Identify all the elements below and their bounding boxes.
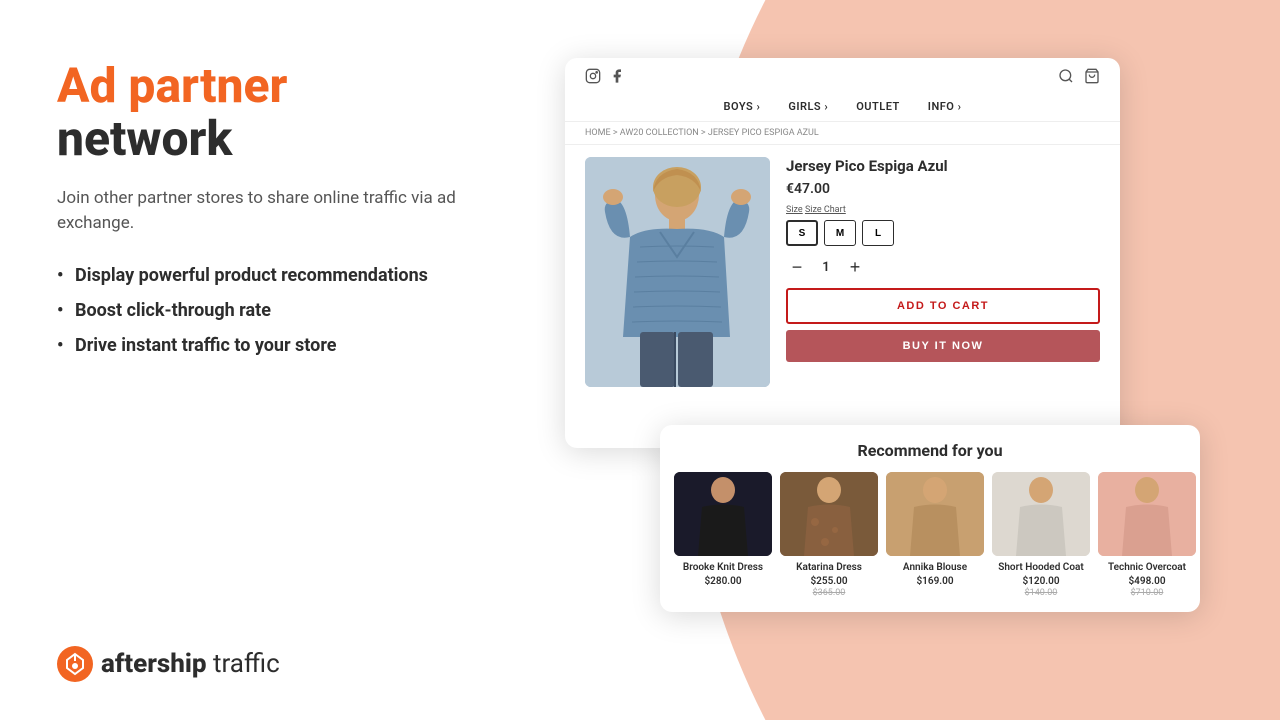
card-price-2: $255.00 [780,576,878,587]
nav-boys[interactable]: BOYS › [724,100,761,113]
recommend-title: Recommend for you [674,441,1186,460]
cart-icon[interactable] [1084,68,1100,84]
card-name-1: Brooke Knit Dress [674,562,772,573]
card-image-2 [780,472,878,556]
card-name-4: Short Hooded Coat [992,562,1090,573]
size-l-button[interactable]: L [862,220,894,246]
card-name-2: Katarina Dress [780,562,878,573]
facebook-icon [609,68,625,84]
card-price-original-2: $365.00 [780,588,878,598]
store-nav: BOYS › GIRLS › OUTLET INFO › [585,92,1100,121]
aftership-logo-icon [57,646,93,682]
social-icons [585,68,625,84]
quantity-row: − 1 + [786,256,1100,278]
size-chart-link[interactable]: Size Chart [805,205,846,215]
product-price: €47.00 [786,181,1100,197]
bullet-item-1: Display powerful product recommendations [57,265,537,286]
card-name-3: Annika Blouse [886,562,984,573]
buy-now-button[interactable]: BUY IT NOW [786,330,1100,362]
card-image-1 [674,472,772,556]
product-section: Jersey Pico Espiga Azul €47.00 Size Size… [565,145,1120,399]
add-to-cart-button[interactable]: ADD TO CART [786,288,1100,324]
subtitle: Join other partner stores to share onlin… [57,186,457,237]
size-label: Size Size Chart [786,205,1100,215]
logo-text: aftership traffic [101,649,280,679]
quantity-decrease-button[interactable]: − [786,256,808,278]
recommend-panel: Recommend for you Brooke Knit Dress $280… [660,425,1200,612]
card-image-4 [992,472,1090,556]
headline-line1: Ad partner [57,60,537,113]
search-icon[interactable] [1058,68,1074,84]
card-name-5: Technic Overcoat [1098,562,1196,573]
quantity-value: 1 [818,260,834,275]
nav-info[interactable]: INFO › [928,100,962,113]
size-s-button[interactable]: S [786,220,818,246]
store-mockup: BOYS › GIRLS › OUTLET INFO › HOME > AW20… [565,58,1120,448]
card-price-1: $280.00 [674,576,772,587]
card-image-5 [1098,472,1196,556]
product-card-3[interactable]: Annika Blouse $169.00 [886,472,984,598]
product-details: Jersey Pico Espiga Azul €47.00 Size Size… [786,157,1100,387]
breadcrumb: HOME > AW20 COLLECTION > JERSEY PICO ESP… [565,122,1120,145]
product-image-svg [585,157,770,387]
product-image [585,157,770,387]
headline-line2: network [57,113,537,166]
logo-area: aftership traffic [57,646,280,682]
product-cards: Brooke Knit Dress $280.00 Katarina Dress… [674,472,1186,598]
size-m-button[interactable]: M [824,220,856,246]
product-card-5[interactable]: Technic Overcoat $498.00 $710.00 [1098,472,1196,598]
card-price-5: $498.00 [1098,576,1196,587]
card-price-4: $120.00 [992,576,1090,587]
card-image-3 [886,472,984,556]
instagram-icon [585,68,601,84]
bullet-item-2: Boost click-through rate [57,300,537,321]
size-options: S M L [786,220,1100,246]
card-price-original-4: $140.00 [992,588,1090,598]
quantity-increase-button[interactable]: + [844,256,866,278]
product-title: Jersey Pico Espiga Azul [786,157,1100,175]
store-header: BOYS › GIRLS › OUTLET INFO › [565,58,1120,122]
nav-girls[interactable]: GIRLS › [788,100,828,113]
left-panel: Ad partner network Join other partner st… [57,60,537,370]
product-card-1[interactable]: Brooke Knit Dress $280.00 [674,472,772,598]
card-price-original-5: $710.00 [1098,588,1196,598]
card-price-3: $169.00 [886,576,984,587]
product-card-2[interactable]: Katarina Dress $255.00 $365.00 [780,472,878,598]
header-actions [1058,68,1100,84]
store-top-bar [585,68,1100,92]
bullet-list: Display powerful product recommendations… [57,265,537,356]
bullet-item-3: Drive instant traffic to your store [57,335,537,356]
nav-outlet[interactable]: OUTLET [856,100,900,113]
product-card-4[interactable]: Short Hooded Coat $120.00 $140.00 [992,472,1090,598]
